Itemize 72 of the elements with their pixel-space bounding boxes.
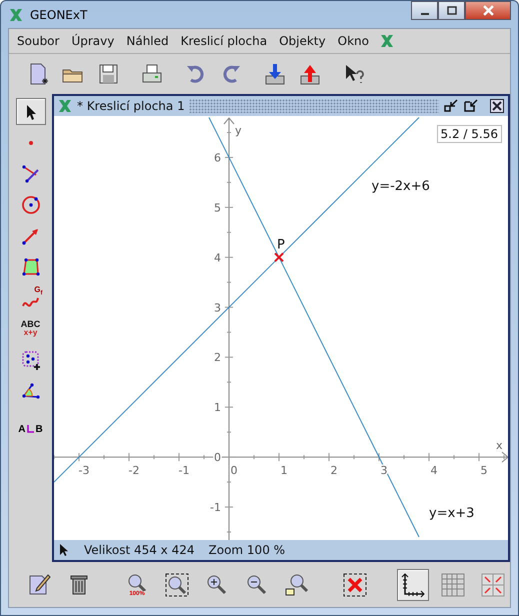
app-logo-icon (378, 33, 395, 49)
close-button[interactable] (489, 98, 505, 114)
function-label: y=-2x+6 (372, 178, 430, 194)
menu-item[interactable]: Soubor (11, 34, 66, 48)
pointer-icon (58, 543, 70, 557)
coordinates-readout: 5.2 / 5.56 (436, 125, 502, 143)
menu-item[interactable]: Náhled (120, 34, 175, 48)
menu-item[interactable]: Kreslicí plocha (174, 34, 274, 48)
menu-item[interactable]: Úpravy (65, 34, 120, 48)
function-label: y=x+3 (429, 506, 474, 522)
tool-sublabel: x+y (24, 329, 38, 337)
y-tick-label: 4 (214, 251, 221, 264)
point-group-icon (20, 350, 40, 370)
point-label: P (277, 237, 285, 252)
minimize-icon (464, 99, 478, 113)
maximize-button[interactable] (438, 1, 465, 20)
status-text: Velikost 454 x 424 (84, 543, 195, 557)
curve-tool[interactable]: G$_{f}$ (16, 284, 46, 311)
menu-item[interactable]: Okno (332, 34, 375, 48)
board-title: * Kreslicí plocha 1 (77, 99, 185, 113)
point-marker (274, 252, 284, 262)
x-tick-label: 2 (330, 464, 338, 478)
minimize-button[interactable] (411, 1, 438, 20)
axes-icon (400, 572, 426, 598)
perpendicular-lines-icon (20, 164, 40, 184)
x-tick-label: -1 (178, 464, 190, 478)
transfer-tool[interactable]: A B (16, 416, 46, 443)
x-tick-label: -2 (128, 464, 140, 478)
x-tick-label: 5 (480, 464, 488, 478)
menu-item[interactable]: Objekty (273, 34, 332, 48)
tool-label: A (18, 424, 26, 434)
snap-icon (480, 572, 506, 598)
y-tick-label: 2 (214, 351, 221, 364)
angle-icon (20, 380, 40, 400)
x-axis-label: x (496, 439, 503, 452)
window-title: GEONExT (30, 8, 88, 22)
app-logo-icon (57, 98, 73, 114)
import-icon (263, 62, 287, 86)
grid-icon (440, 572, 466, 598)
zoom-select-icon (284, 572, 310, 598)
title-bar-grip[interactable] (188, 99, 439, 113)
status-text: Zoom 100 % (208, 543, 286, 557)
x-tick-label: 1 (280, 464, 288, 478)
circle-icon (20, 194, 40, 214)
dot-icon (28, 140, 34, 146)
pointer-tool[interactable] (16, 98, 46, 125)
zoom-fit-icon (164, 572, 190, 598)
y-tick-label: 5 (214, 201, 221, 214)
x-tick-label: 0 (230, 464, 238, 478)
minimize-icon (420, 12, 428, 14)
axes-button[interactable] (397, 568, 429, 600)
delete-all-icon (342, 572, 368, 598)
x-tick-label: 4 (430, 464, 438, 478)
y-axis-label: y (235, 124, 242, 137)
curve-label: G$_{f}$ (34, 284, 42, 296)
y-tick-label: -1 (210, 501, 221, 514)
restore-icon (444, 99, 458, 113)
tool-label: ABC (20, 320, 40, 329)
y-tick-label: 6 (214, 151, 221, 164)
polygon-icon (20, 256, 40, 276)
maximize-icon (446, 6, 456, 16)
y-tick-label: 3 (214, 301, 221, 314)
close-icon (482, 5, 494, 16)
close-icon (490, 99, 504, 113)
app-logo-icon (8, 6, 24, 22)
restore-button[interactable] (443, 98, 459, 114)
y-tick-label: 1 (214, 401, 221, 414)
text-tool[interactable]: ABC x+y (16, 315, 46, 342)
close-button[interactable] (465, 1, 511, 20)
minimize-button[interactable] (463, 98, 479, 114)
x-tick-label: -3 (78, 464, 90, 478)
tool-sublabel: B (36, 424, 43, 434)
